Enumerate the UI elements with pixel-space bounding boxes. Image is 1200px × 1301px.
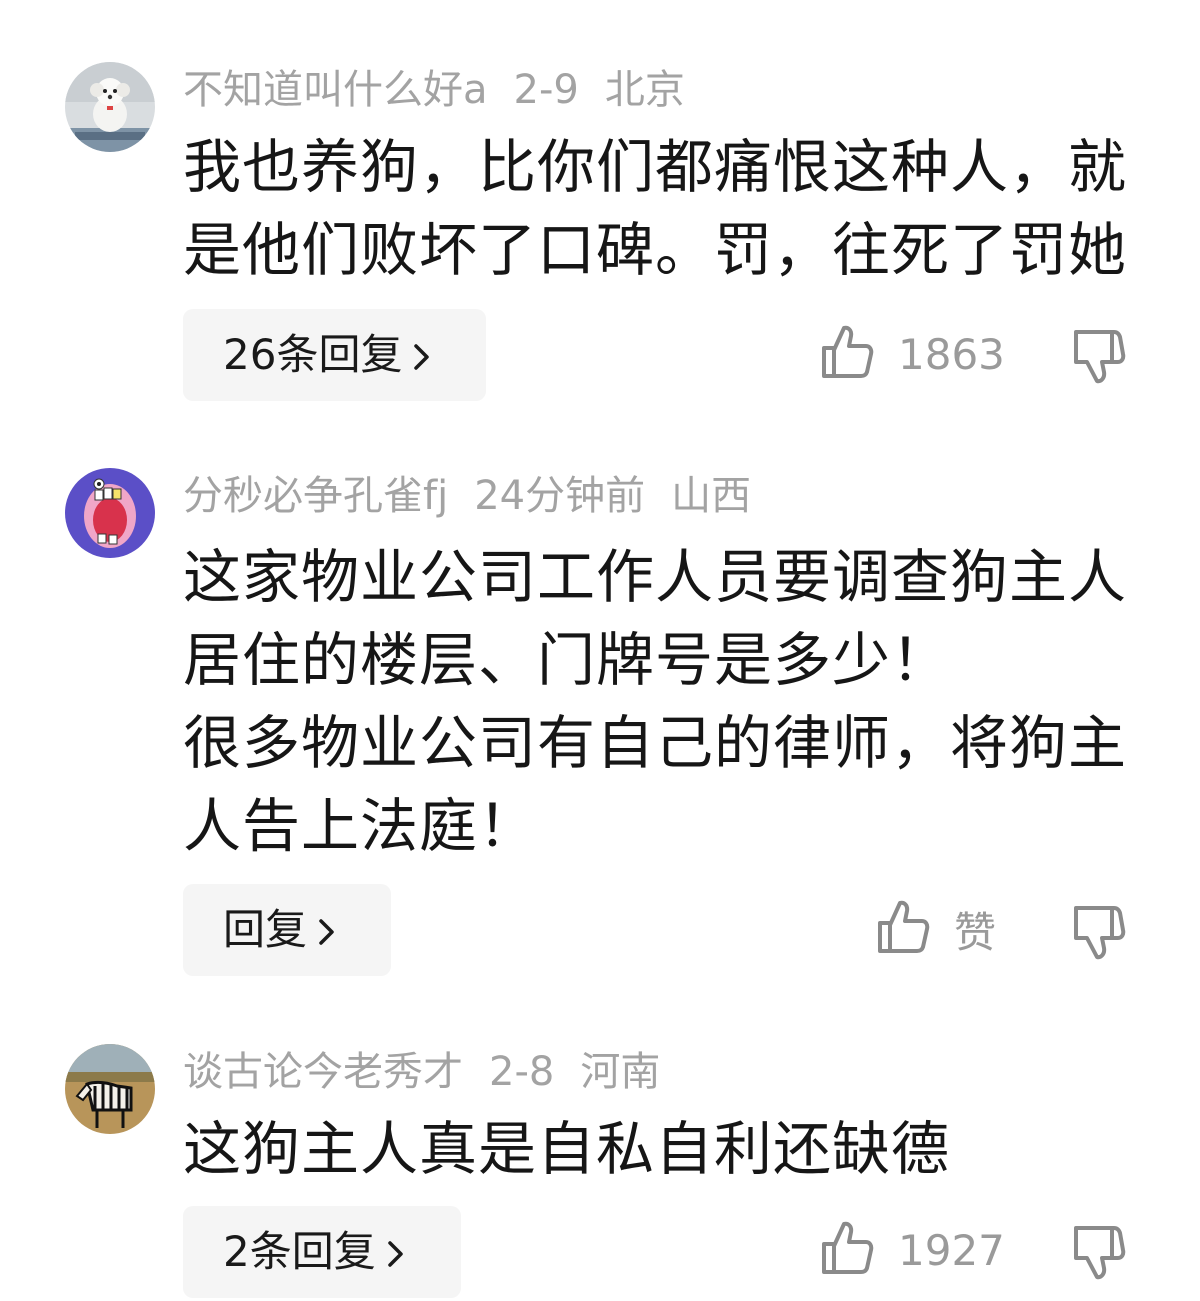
reply-button[interactable]: 回复: [183, 884, 391, 976]
like-button[interactable]: 1927: [820, 1220, 1005, 1280]
like-button[interactable]: 赞: [876, 899, 996, 959]
comment-location: 山西: [671, 473, 752, 519]
thumbs-down-icon[interactable]: [1072, 1222, 1126, 1280]
comment-text: 我也养狗，比你们都痛恨这种人，就 是他们败坏了口碑。罚，往死了罚她: [183, 133, 1128, 284]
thumbs-down-icon[interactable]: [1072, 326, 1126, 384]
avatar[interactable]: [65, 62, 155, 152]
like-count: 1927: [898, 1225, 1005, 1275]
comment-date: 2-9: [513, 67, 579, 113]
like-count: 1863: [898, 329, 1005, 379]
username[interactable]: 谈古论今老秀才: [183, 1049, 463, 1095]
comment-location: 河南: [580, 1049, 661, 1095]
comment-meta: 分秒必争孔雀fj 24分钟前 山西: [183, 468, 777, 524]
comment-text: 这狗主人真是自私自利还缺德: [183, 1115, 951, 1183]
thumbs-up-icon: [876, 899, 930, 959]
comment-meta: 不知道叫什么好a 2-9 北京: [183, 62, 711, 118]
thumbs-down-icon[interactable]: [1072, 902, 1126, 960]
reply-label: 2条回复: [223, 1227, 376, 1276]
thumbs-up-icon: [820, 324, 874, 384]
reply-label: 回复: [223, 905, 308, 954]
chevron-right-icon: [317, 887, 337, 979]
avatar[interactable]: [65, 1044, 155, 1134]
chevron-right-icon: [412, 312, 432, 404]
comment-date: 2-8: [489, 1049, 555, 1095]
like-button[interactable]: 1863: [820, 324, 1005, 384]
thumbs-up-icon: [820, 1220, 874, 1280]
comment-meta: 谈古论今老秀才 2-8 河南: [183, 1044, 686, 1100]
comment-date: 24分钟前: [474, 473, 646, 519]
view-replies-button[interactable]: 2条回复: [183, 1206, 461, 1298]
comment-location: 北京: [604, 67, 685, 113]
like-label: 赞: [954, 907, 997, 957]
username[interactable]: 分秒必争孔雀fj: [183, 473, 448, 519]
comment-text: 这家物业公司工作人员要调查狗主人 居住的楼层、门牌号是多少！ 很多物业公司有自己…: [183, 543, 1128, 860]
avatar[interactable]: [65, 468, 155, 558]
view-replies-button[interactable]: 26条回复: [183, 309, 486, 401]
username[interactable]: 不知道叫什么好a: [183, 67, 488, 113]
reply-label: 26条回复: [223, 330, 403, 379]
chevron-right-icon: [386, 1209, 406, 1301]
